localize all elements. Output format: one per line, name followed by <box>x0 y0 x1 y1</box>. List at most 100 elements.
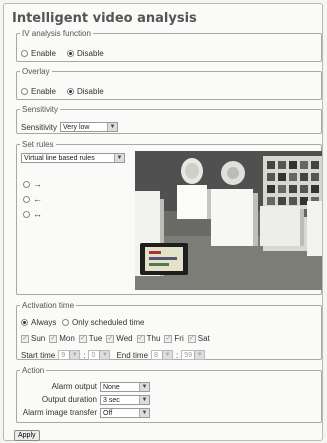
overlay-disable-label: Disable <box>77 87 104 96</box>
overlay-disable-radio[interactable] <box>67 88 74 95</box>
day-mon-label: Mon <box>59 334 75 343</box>
days-row: ✓ Sun ✓ Mon ✓ Tue ✓ Wed ✓ Thu ✓ Fri ✓ Sat <box>21 334 210 343</box>
direction-both-radio[interactable] <box>23 210 30 218</box>
always-option[interactable]: Always <box>21 318 56 327</box>
overlay-enable-radio[interactable] <box>21 88 28 95</box>
direction-left-radio[interactable] <box>23 195 30 203</box>
alarm-image-value: Off <box>103 409 113 417</box>
start-colon: : <box>83 350 86 360</box>
output-duration-value: 3 sec <box>103 396 120 404</box>
chevron-down-icon: ▼ <box>114 154 124 162</box>
output-duration-select[interactable]: 3 sec ▼ <box>100 395 150 405</box>
arrow-left-icon: ← <box>33 194 42 204</box>
direction-right-radio[interactable] <box>23 180 30 188</box>
start-hour-select[interactable]: 9 ▼ <box>58 350 81 360</box>
day-fri[interactable]: ✓ Fri <box>164 334 184 343</box>
arrow-right-icon: → <box>33 179 42 189</box>
chevron-down-icon: ▼ <box>139 383 149 391</box>
end-time-label: End time <box>116 350 149 360</box>
always-label: Always <box>31 318 57 327</box>
alarm-output-value: None <box>103 383 120 391</box>
alarm-output-select[interactable]: None ▼ <box>100 382 150 392</box>
day-sun[interactable]: ✓ Sun <box>21 334 45 343</box>
day-wed-label: Wed <box>116 334 133 343</box>
day-mon[interactable]: ✓ Mon <box>49 334 75 343</box>
check-icon[interactable]: ✓ <box>21 334 29 343</box>
page-title: Intelligent video analysis <box>12 11 197 26</box>
sensitivity-select[interactable]: Very low ▼ <box>60 122 119 132</box>
iv-analysis-group: IV analysis function Enable Disable <box>16 29 322 62</box>
day-thu-label: Thu <box>146 334 161 343</box>
iv-disable-option[interactable]: Disable <box>67 49 104 58</box>
scheduled-label: Only scheduled time <box>72 318 145 327</box>
day-sat[interactable]: ✓ Sat <box>187 334 210 343</box>
action-legend: Action <box>22 366 45 375</box>
day-tue[interactable]: ✓ Tue <box>78 334 103 343</box>
chevron-down-icon: ▼ <box>162 351 173 359</box>
output-duration-label: Output duration <box>41 395 97 404</box>
start-min-value: 0 <box>91 351 96 359</box>
apply-button[interactable]: Apply <box>14 430 40 441</box>
scheduled-option[interactable]: Only scheduled time <box>62 318 144 327</box>
overlay-enable-label: Enable <box>31 87 56 96</box>
chevron-down-icon: ▼ <box>107 123 118 131</box>
check-icon[interactable]: ✓ <box>49 334 58 343</box>
sensitivity-value: Very low <box>63 123 90 131</box>
direction-left-option[interactable]: ← <box>23 194 42 204</box>
overlay-enable-option[interactable]: Enable <box>21 87 56 96</box>
alarm-output-label-cell: Alarm output <box>17 382 97 391</box>
rule-type-select[interactable]: Virtual line based rules ▼ <box>21 153 125 163</box>
output-duration-cell: 3 sec ▼ <box>100 395 150 405</box>
check-icon[interactable]: ✓ <box>106 334 115 343</box>
end-min-value: 59 <box>184 351 193 359</box>
settings-panel: Intelligent video analysis IV analysis f… <box>3 3 323 441</box>
end-min-select[interactable]: 59 ▼ <box>181 350 206 360</box>
start-time-label: Start time <box>21 350 56 360</box>
direction-right-option[interactable]: → <box>23 179 42 189</box>
start-min-select[interactable]: 0 ▼ <box>88 350 111 360</box>
iv-disable-radio[interactable] <box>67 50 74 57</box>
chevron-down-icon: ▼ <box>139 409 149 417</box>
output-duration-label-cell: Output duration <box>17 395 97 404</box>
day-sat-label: Sat <box>197 334 210 343</box>
day-wed[interactable]: ✓ Wed <box>106 334 133 343</box>
camera-preview-image <box>135 151 322 290</box>
chevron-down-icon: ▼ <box>99 351 110 359</box>
sensitivity-label: Sensitivity <box>21 122 58 132</box>
iv-disable-label: Disable <box>77 49 104 58</box>
iv-enable-label: Enable <box>31 49 56 58</box>
camera-preview[interactable] <box>135 151 322 290</box>
activation-time-group: Activation time Always Only scheduled ti… <box>16 301 322 360</box>
chevron-down-icon: ▼ <box>69 351 80 359</box>
iv-enable-option[interactable]: Enable <box>21 49 56 58</box>
check-icon[interactable]: ✓ <box>164 334 173 343</box>
end-hour-value: 8 <box>154 351 158 359</box>
sensitivity-legend: Sensitivity <box>22 105 59 114</box>
start-hour-value: 9 <box>61 351 66 359</box>
end-hour-select[interactable]: 8 ▼ <box>151 350 174 360</box>
always-radio[interactable] <box>21 319 28 326</box>
alarm-image-cell: Off ▼ <box>100 408 150 418</box>
end-colon: : <box>176 350 179 360</box>
direction-both-option[interactable]: ↔ <box>23 209 42 219</box>
arrow-both-icon: ↔ <box>33 209 42 219</box>
day-tue-label: Tue <box>88 334 103 343</box>
scheduled-radio[interactable] <box>62 319 69 326</box>
day-thu[interactable]: ✓ Thu <box>136 334 161 343</box>
chevron-down-icon: ▼ <box>139 396 149 404</box>
sensitivity-group: Sensitivity Sensitivity Very low ▼ <box>16 105 322 134</box>
iv-analysis-legend: IV analysis function <box>22 29 91 38</box>
alarm-image-select[interactable]: Off ▼ <box>100 408 150 418</box>
time-row: Start time 9 ▼ : 0 ▼ End time 8 ▼ : 59 ▼ <box>21 350 206 360</box>
alarm-output-label: Alarm output <box>51 382 97 391</box>
day-sun-label: Sun <box>31 334 46 343</box>
check-icon[interactable]: ✓ <box>187 334 196 343</box>
action-group: Action Alarm output None ▼ Output durati… <box>16 366 322 423</box>
overlay-disable-option[interactable]: Disable <box>67 87 104 96</box>
check-icon[interactable]: ✓ <box>78 334 87 343</box>
chevron-down-icon: ▼ <box>194 351 205 359</box>
iv-enable-radio[interactable] <box>21 50 28 57</box>
alarm-image-label: Alarm image transfer <box>22 408 97 417</box>
alarm-image-label-cell: Alarm image transfer <box>17 408 97 417</box>
check-icon[interactable]: ✓ <box>136 334 145 343</box>
